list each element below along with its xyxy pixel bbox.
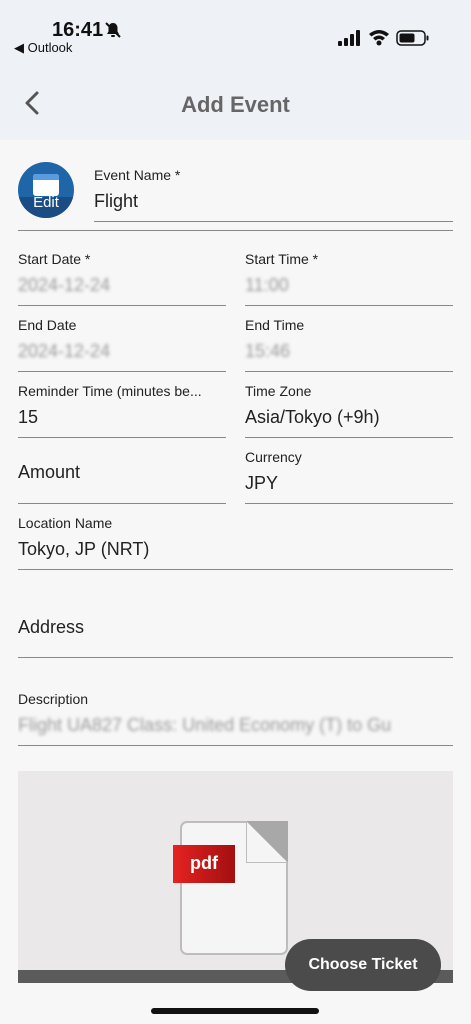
bell-muted-icon (105, 22, 121, 38)
amount-placeholder: Amount (18, 462, 81, 482)
currency-label: Currency (245, 449, 302, 465)
location-name-field[interactable]: Location Name Tokyo, JP (NRT) (18, 512, 453, 570)
start-time-label: Start Time * (245, 251, 319, 267)
event-form: Edit Event Name * Flight Start Date * 20… (0, 140, 471, 991)
reminder-time-value: 15 (18, 407, 39, 427)
calendar-icon (33, 174, 59, 196)
battery-icon (396, 30, 429, 46)
home-indicator[interactable] (151, 1008, 319, 1014)
end-date-field[interactable]: End Date 2024-12-24 (18, 314, 226, 372)
start-time-value: 11:00 (245, 275, 289, 295)
location-name-value: Tokyo, JP (NRT) (18, 539, 150, 559)
start-time-field[interactable]: Start Time * 11:00 (245, 248, 453, 306)
page-title: Add Event (181, 92, 290, 117)
description-value: Flight UA827 Class: United Economy (T) t… (18, 715, 392, 735)
divider (18, 230, 453, 231)
address-placeholder: Address (18, 617, 85, 637)
page-fold (246, 821, 288, 863)
currency-field[interactable]: Currency JPY (245, 446, 453, 504)
amount-field[interactable]: Amount (18, 446, 226, 504)
event-name-value: Flight (94, 191, 139, 211)
pdf-badge: pdf (173, 845, 235, 883)
end-date-value: 2024-12-24 (18, 341, 111, 361)
location-name-label: Location Name (18, 515, 113, 531)
back-to-outlook-link[interactable]: ◀ Outlook (14, 40, 72, 56)
time-zone-label: Time Zone (245, 383, 312, 399)
event-name-label: Event Name * (94, 167, 181, 183)
end-time-label: End Time (245, 317, 305, 333)
start-date-label: Start Date * (18, 251, 91, 267)
start-date-value: 2024-12-24 (18, 275, 111, 295)
time-zone-field[interactable]: Time Zone Asia/Tokyo (+9h) (245, 380, 453, 438)
choose-ticket-button[interactable]: Choose Ticket (285, 939, 441, 991)
app-bar: Add Event (0, 62, 471, 140)
pdf-file-icon (180, 821, 288, 955)
start-date-field[interactable]: Start Date * 2024-12-24 (18, 248, 226, 306)
event-name-field[interactable]: Event Name * Flight (94, 162, 453, 222)
end-time-value: 15:46 (245, 341, 291, 361)
reminder-time-label: Reminder Time (minutes be... (18, 383, 202, 399)
event-image-edit-button[interactable]: Edit (18, 162, 74, 218)
time-zone-value: Asia/Tokyo (+9h) (245, 407, 380, 427)
status-time: 16:41 (52, 19, 104, 41)
reminder-time-field[interactable]: Reminder Time (minutes be... 15 (18, 380, 226, 438)
end-time-field[interactable]: End Time 15:46 (245, 314, 453, 372)
currency-value: JPY (245, 473, 279, 493)
wifi-icon (369, 30, 389, 46)
end-date-label: End Date (18, 317, 77, 333)
edit-label: Edit (33, 194, 59, 211)
description-field[interactable]: Description Flight UA827 Class: United E… (18, 688, 453, 746)
address-field[interactable]: Address (18, 600, 453, 658)
description-label: Description (18, 691, 89, 707)
cellular-signal-icon (338, 30, 360, 46)
status-bar: 16:41 ◀ Outlook (0, 0, 471, 62)
